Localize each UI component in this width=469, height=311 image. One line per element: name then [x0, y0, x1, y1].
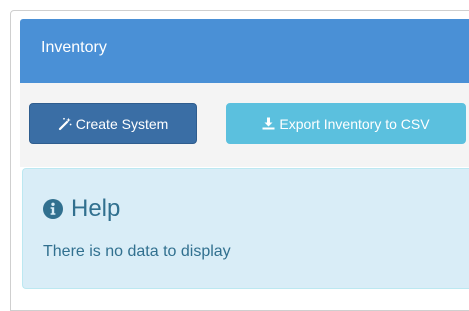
info-circle-icon — [43, 199, 63, 219]
export-csv-label: Export Inventory to CSV — [279, 115, 430, 132]
alert-message: There is no data to display — [43, 243, 231, 260]
create-system-label: Create System — [75, 115, 169, 132]
export-csv-button[interactable]: Export Inventory to CSV — [226, 103, 466, 144]
download-icon — [262, 117, 275, 130]
inventory-panel: Inventory Create System Export Inventory… — [10, 10, 469, 311]
help-alert: Help There is no data to display — [22, 168, 469, 289]
panel-heading: Inventory — [20, 19, 469, 83]
alert-heading: Help — [43, 195, 120, 223]
magic-wand-icon — [58, 117, 72, 131]
alert-title: Help — [71, 195, 121, 222]
create-system-button[interactable]: Create System — [29, 103, 197, 144]
panel-title: Inventory — [41, 39, 107, 56]
toolbar: Create System Export Inventory to CSV — [20, 83, 469, 167]
